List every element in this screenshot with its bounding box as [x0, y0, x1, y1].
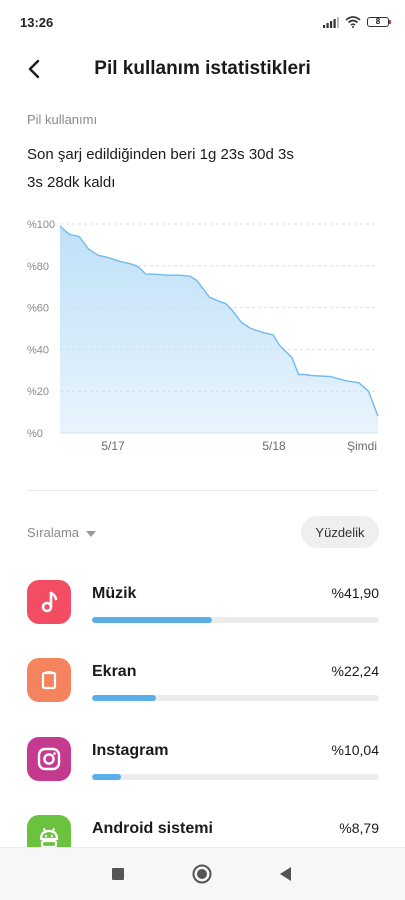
wifi-icon — [345, 16, 361, 28]
since-charge-text: Son şarj edildiğinden beri 1g 23s 30d 3s — [27, 146, 294, 163]
usage-bar-fill — [92, 617, 213, 623]
signal-icon — [323, 16, 339, 28]
app-row[interactable]: Ekran %22,24 — [0, 658, 405, 718]
chart-svg: %100 %80 %60 %40 %20 %0 5/17 5/18 Şimdi — [27, 219, 379, 453]
divider — [27, 490, 378, 491]
usage-bar-fill — [92, 774, 121, 780]
app-percentage: %22,24 — [331, 663, 379, 679]
y-tick-label: %80 — [27, 261, 49, 273]
battery-usage-chart: %100 %80 %60 %40 %20 %0 5/17 5/18 Şimdi — [0, 208, 405, 458]
navigation-bar — [0, 847, 405, 900]
status-icons: 8 — [323, 16, 391, 28]
app-name: Instagram — [92, 742, 169, 759]
battery-usage-label: Pil kullanımı — [27, 112, 98, 127]
percentage-toggle-button[interactable]: Yüzdelik — [301, 516, 379, 548]
x-tick-label: 5/17 — [101, 439, 125, 453]
x-tick-label: Şimdi — [347, 439, 377, 453]
status-time: 13:26 — [20, 15, 54, 30]
sort-dropdown[interactable]: Sıralama — [27, 525, 97, 540]
remaining-time-text: 3s 28dk kaldı — [27, 174, 116, 191]
screen-icon — [27, 658, 71, 702]
x-tick-label: 5/18 — [262, 439, 286, 453]
y-tick-label: %0 — [27, 428, 43, 440]
back-triangle-icon[interactable] — [277, 862, 293, 886]
app-name: Android sistemi — [92, 820, 213, 837]
music-note-icon — [27, 580, 71, 624]
usage-bar-fill — [92, 695, 156, 701]
battery-level: 8 — [375, 17, 381, 26]
sort-label: Sıralama — [27, 525, 80, 540]
header: Pil kullanım istatistikleri — [0, 44, 405, 96]
usage-bar-track — [92, 695, 379, 701]
y-tick-label: %60 — [27, 303, 49, 315]
instagram-icon — [27, 737, 71, 781]
app-percentage: %10,04 — [331, 742, 379, 758]
app-percentage: %8,79 — [339, 820, 379, 836]
caret-down-icon — [86, 530, 97, 537]
usage-bar-track — [92, 617, 379, 623]
app-percentage: %41,90 — [331, 585, 379, 601]
app-row[interactable]: Instagram %10,04 — [0, 737, 405, 797]
battery-icon: 8 — [367, 17, 391, 27]
y-tick-label: %100 — [27, 219, 55, 231]
home-circle-icon[interactable] — [191, 862, 213, 886]
y-tick-label: %20 — [27, 386, 49, 398]
usage-bar-track — [92, 774, 379, 780]
app-name: Müzik — [92, 585, 137, 602]
status-bar: 13:26 8 — [0, 0, 405, 44]
app-row[interactable]: Müzik %41,90 — [0, 580, 405, 640]
y-tick-label: %40 — [27, 344, 49, 356]
app-name: Ekran — [92, 663, 137, 680]
page-title: Pil kullanım istatistikleri — [94, 58, 311, 79]
recent-apps-square-icon[interactable] — [111, 862, 125, 886]
